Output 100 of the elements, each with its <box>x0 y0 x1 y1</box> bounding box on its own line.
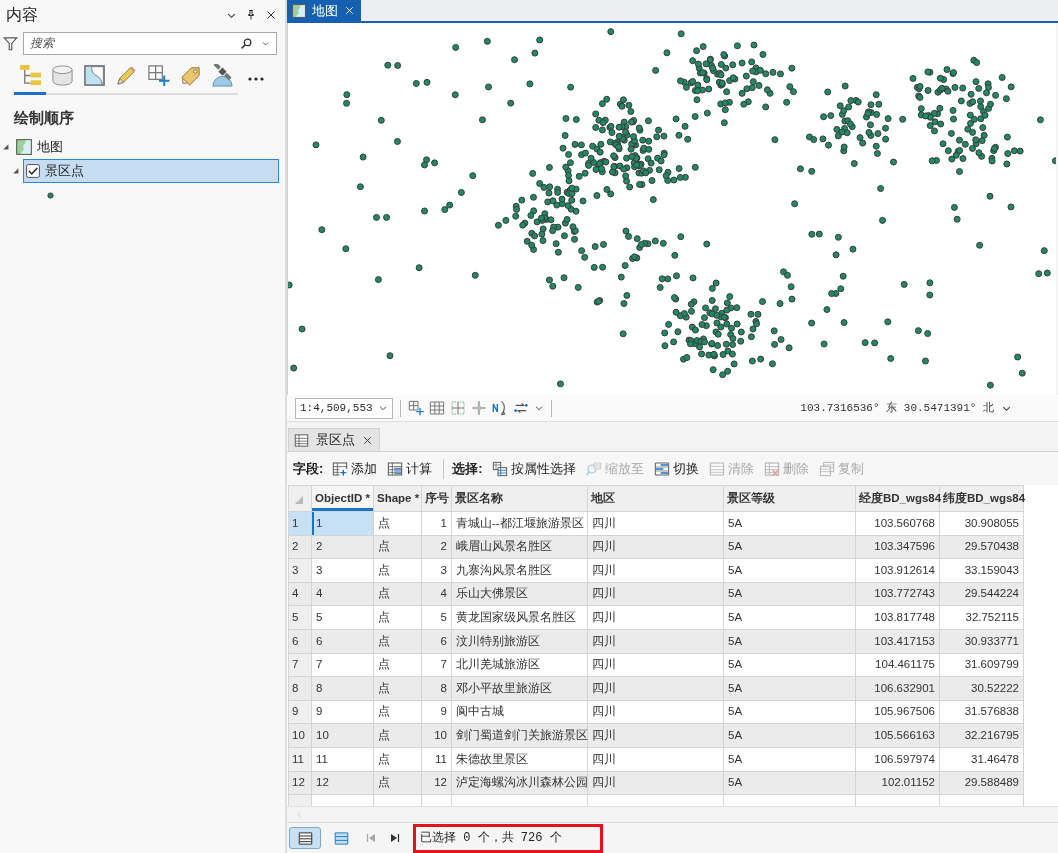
row-header[interactable]: 7 <box>288 653 312 677</box>
column-header[interactable]: ObjectID * <box>311 485 374 512</box>
table-cell: 四川 <box>587 582 724 606</box>
table-cell: 青城山--都江堰旅游景区 <box>451 511 588 536</box>
table-cell: 阆中古城 <box>451 700 588 724</box>
table-cell: 5A <box>723 629 856 654</box>
table-cell: 5A <box>723 747 856 772</box>
scale-dropdown[interactable]: 1:4,509,553 <box>295 397 393 419</box>
close-icon[interactable] <box>344 5 355 16</box>
table-cell: 剑门蜀道剑门关旅游景区 <box>451 723 588 748</box>
table-cell: 5A <box>723 723 856 748</box>
row-header[interactable]: 10 <box>288 723 312 748</box>
expand-arrow-icon[interactable] <box>12 167 19 174</box>
map-drawing[interactable] <box>287 23 1056 395</box>
calculate-button[interactable]: 计算 <box>384 457 436 480</box>
map-icon <box>16 138 32 155</box>
row-header[interactable]: 2 <box>288 535 312 559</box>
grid-plus-icon[interactable] <box>408 400 424 416</box>
layer-checkbox[interactable] <box>26 163 40 178</box>
table-cell: 31.46478 <box>939 747 1024 772</box>
table-cell: 33.159043 <box>939 558 1024 583</box>
table-cell: 9 <box>421 700 452 724</box>
expand-arrow-icon[interactable] <box>2 143 9 150</box>
switch-selection-button[interactable]: 切换 <box>650 457 702 480</box>
table-cell: 103.912614 <box>855 558 940 583</box>
status-text: 已选择 0 个，共 726 个 <box>413 823 603 853</box>
map-tab[interactable]: 地图 <box>287 0 361 21</box>
table-cell: 105.967506 <box>855 700 940 724</box>
table-cell: 四川 <box>587 771 724 795</box>
pencil-icon <box>114 64 138 87</box>
add-field-button[interactable]: 添加 <box>329 457 381 480</box>
chevron-down-icon[interactable] <box>534 403 544 413</box>
table-cell: 四川 <box>587 558 724 583</box>
close-icon[interactable] <box>265 9 277 21</box>
table-cell: 5A <box>723 653 856 677</box>
column-header[interactable]: 景区等级 <box>723 485 856 512</box>
table-cell: 5 <box>311 605 374 630</box>
table-cell: 104.461175 <box>855 653 940 677</box>
column-header[interactable]: 地区 <box>587 485 724 512</box>
row-header[interactable]: 9 <box>288 700 312 724</box>
table-cell: 5A <box>723 700 856 724</box>
magnifier-icon <box>585 460 602 477</box>
horizontal-scrollbar[interactable] <box>287 806 1058 823</box>
row-header[interactable]: 6 <box>288 629 312 654</box>
column-header[interactable]: Shape * <box>373 485 422 512</box>
table-cell: 5A <box>723 511 856 536</box>
more-icon <box>248 77 264 81</box>
search-icon[interactable] <box>240 36 253 50</box>
table-cell: 5A <box>723 582 856 606</box>
table-cell: 3 <box>311 558 374 583</box>
dotted-grid-icon[interactable] <box>450 400 466 416</box>
table-cell: 乐山大佛景区 <box>451 582 588 606</box>
table-cell: 1 <box>421 511 452 536</box>
table-cell: 邓小平故里旅游区 <box>451 676 588 701</box>
table-cell: 北川羌城旅游区 <box>451 653 588 677</box>
close-icon[interactable] <box>362 434 373 446</box>
row-header[interactable]: 11 <box>288 747 312 772</box>
tree-item[interactable]: 地图 <box>13 134 279 159</box>
skip-back-icon <box>365 832 377 844</box>
north-arrow-icon[interactable] <box>492 400 508 416</box>
coordinates-text: 103.7316536° 东 30.5471391° 北 <box>800 400 994 416</box>
table-cell: 汶川特别旅游区 <box>451 629 588 654</box>
row-header[interactable]: 1 <box>288 511 312 536</box>
view-button[interactable] <box>289 827 321 849</box>
map-icon <box>292 3 306 18</box>
table-cell: 5A <box>723 676 856 701</box>
search-field[interactable]: 搜索 <box>23 31 277 55</box>
filter-icon[interactable] <box>3 34 18 52</box>
row-header[interactable]: 8 <box>288 676 312 701</box>
copy-icon <box>818 460 835 477</box>
table-cell: 黄龙国家级风景名胜区 <box>451 605 588 630</box>
table-cell: 5A <box>723 605 856 630</box>
tree-item[interactable]: 景区点 <box>23 158 279 183</box>
section-title: 绘制顺序 <box>14 108 75 128</box>
table-cell: 9 <box>311 700 374 724</box>
tool-tab[interactable] <box>14 64 46 95</box>
table-cell: 103.560768 <box>855 511 940 536</box>
table-cell: 7 <box>311 653 374 677</box>
column-header[interactable]: 经度BD_wgs84 <box>855 485 940 512</box>
table-cell: 四川 <box>587 700 724 724</box>
table-delete-icon <box>763 460 780 477</box>
row-header[interactable]: 4 <box>288 582 312 606</box>
grid-icon[interactable] <box>429 400 445 416</box>
table-cell: 泸定海螺沟冰川森林公园 <box>451 771 588 795</box>
pin-icon[interactable] <box>245 9 257 21</box>
column-header[interactable]: 景区名称 <box>451 485 588 512</box>
table-tab[interactable]: 景区点 <box>288 428 380 451</box>
table-cell: 106.597974 <box>855 747 940 772</box>
row-header[interactable]: 5 <box>288 605 312 630</box>
row-header[interactable]: 12 <box>288 771 312 795</box>
table-cell: 四川 <box>587 629 724 654</box>
swap-arrows-icon[interactable] <box>513 400 529 416</box>
map-sheet-icon <box>82 64 106 87</box>
select-by-attributes-button[interactable]: 按属性选择 <box>488 457 579 480</box>
table-icon <box>294 432 309 448</box>
row-header[interactable]: 3 <box>288 558 312 583</box>
column-header[interactable]: 序号 <box>421 485 452 512</box>
chevron-down-icon <box>378 403 388 413</box>
satellite-icon <box>210 64 234 87</box>
table-cell: 11 <box>311 747 374 772</box>
